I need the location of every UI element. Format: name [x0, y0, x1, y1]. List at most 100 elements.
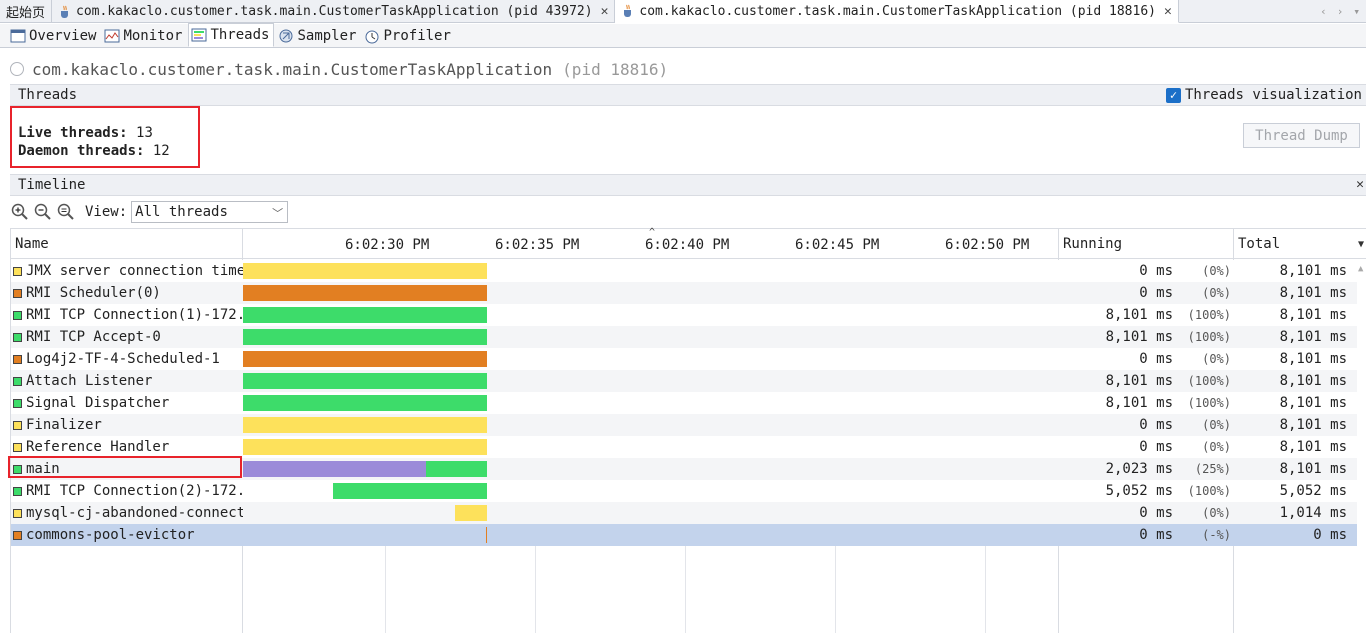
thread-name-cell: RMI TCP Connection(2)-172.20 — [13, 480, 243, 502]
running-time: 0 ms — [1139, 439, 1173, 455]
tab-label: Overview — [29, 28, 97, 44]
table-row[interactable]: RMI TCP Connection(2)-172.20 5,052 ms (100… — [11, 480, 1357, 502]
running-percent: (0%) — [1202, 440, 1231, 454]
table-row[interactable]: Log4j2-TF-4-Scheduled-1 0 ms (0%) 8,101 ms — [11, 348, 1357, 370]
thread-dump-button[interactable]: Thread Dump — [1243, 123, 1360, 148]
doc-tab-label: com.kakaclo.customer.task.main.CustomerT… — [76, 4, 593, 19]
tab-sampler[interactable]: Sampler — [276, 25, 360, 47]
tab-scroll-arrows: ‹ › ▾ — [1320, 0, 1360, 23]
close-icon[interactable]: ✕ — [601, 4, 609, 19]
timeline-section-header: Timeline ✕ — [10, 174, 1366, 196]
threads-section-title: Threads — [18, 87, 78, 103]
tab-overview[interactable]: Overview — [8, 25, 100, 47]
thread-state-icon — [13, 464, 22, 474]
thread-name: commons-pool-evictor — [26, 527, 195, 543]
column-header-running[interactable]: Running — [1063, 229, 1122, 259]
thread-name-cell: Reference Handler — [13, 436, 243, 458]
thread-state-icon — [13, 310, 22, 320]
zoom-out-icon[interactable] — [33, 202, 53, 222]
close-icon[interactable]: ✕ — [1164, 4, 1172, 19]
thread-state-icon — [13, 376, 22, 386]
zoom-fit-icon[interactable] — [56, 202, 76, 222]
total-time: 5,052 ms — [1279, 483, 1347, 499]
thread-name: RMI Scheduler(0) — [26, 285, 161, 301]
table-header: Name ^ 6:02:30 PM 6:02:35 PM 6:02:40 PM … — [11, 227, 1366, 259]
threads-icon — [191, 28, 207, 42]
running-time: 8,101 ms — [1105, 395, 1173, 411]
tab-monitor[interactable]: Monitor — [102, 25, 186, 47]
table-row[interactable]: mysql-cj-abandoned-connection-cleanup 0 m… — [11, 502, 1357, 524]
thread-name: Signal Dispatcher — [26, 395, 170, 411]
chevron-down-icon: ﹀ — [272, 207, 284, 220]
thread-name-cell: Attach Listener — [13, 370, 243, 392]
thread-state-icon — [13, 442, 22, 452]
thread-stats: Live threads: 13 Daemon threads: 12 — [10, 106, 200, 168]
tab-profiler[interactable]: Profiler — [362, 25, 454, 47]
running-time: 0 ms — [1139, 505, 1173, 521]
total-time: 8,101 ms — [1279, 307, 1347, 323]
table-row[interactable]: RMI TCP Connection(1)-172.20 8,101 ms (100… — [11, 304, 1357, 326]
table-row[interactable]: RMI TCP Accept-0 8,101 ms (100%) 8,101 ms — [11, 326, 1357, 348]
total-time: 8,101 ms — [1279, 351, 1347, 367]
monitor-icon — [104, 29, 120, 43]
thread-name-cell: JMX server connection timeout — [13, 260, 243, 282]
java-cup-icon — [61, 5, 69, 18]
thread-name-cell: Finalizer — [13, 414, 243, 436]
threads-section-header: Threads ✓ Threads visualization — [10, 84, 1366, 106]
application-pid: (pid 18816) — [562, 59, 669, 79]
total-time: 8,101 ms — [1279, 263, 1347, 279]
table-row[interactable]: Reference Handler 0 ms (0%) 8,101 ms — [11, 436, 1357, 458]
threads-visualization-checkbox[interactable]: ✓ Threads visualization — [1165, 87, 1362, 103]
thread-name: mysql-cj-abandoned-connection-cleanup — [26, 505, 243, 521]
live-threads-label: Live threads: — [18, 125, 128, 141]
table-row[interactable]: Signal Dispatcher 8,101 ms (100%) 8,101 ms — [11, 392, 1357, 414]
view-filter-select[interactable]: All threads ﹀ — [131, 201, 289, 223]
column-header-name[interactable]: Name — [15, 229, 49, 259]
column-menu-icon[interactable]: ▼ — [1358, 229, 1364, 259]
tab-threads[interactable]: Threads — [188, 23, 275, 47]
threads-table: Name ^ 6:02:30 PM 6:02:35 PM 6:02:40 PM … — [10, 227, 1366, 633]
timeline-title: Timeline — [18, 177, 86, 193]
running-time: 5,052 ms — [1105, 483, 1173, 499]
tab-list-icon[interactable]: ▾ — [1353, 5, 1360, 18]
total-time: 8,101 ms — [1279, 439, 1347, 455]
table-row[interactable]: main 2,023 ms (25%) 8,101 ms — [11, 458, 1357, 480]
running-time: 0 ms — [1139, 417, 1173, 433]
tab-label: Monitor — [123, 28, 183, 44]
daemon-threads-label: Daemon threads: — [18, 143, 145, 159]
thread-name: Log4j2-TF-4-Scheduled-1 — [26, 351, 220, 367]
scroll-left-icon[interactable]: ‹ — [1320, 5, 1327, 18]
time-tick: 6:02:50 PM — [945, 237, 1030, 253]
scroll-right-icon[interactable]: › — [1337, 5, 1344, 18]
tab-label: Sampler — [297, 28, 357, 44]
overview-icon — [10, 29, 26, 43]
scroll-up-icon[interactable]: ▲ — [1358, 264, 1363, 274]
table-row[interactable]: commons-pool-evictor 0 ms (-%) 0 ms — [11, 524, 1357, 546]
table-row[interactable]: JMX server connection timeout 0 ms (0%) 8,1… — [11, 260, 1357, 282]
running-percent: (100%) — [1187, 396, 1231, 410]
thread-state-icon — [13, 420, 22, 430]
table-row[interactable]: Finalizer 0 ms (0%) 8,101 ms — [11, 414, 1357, 436]
status-circle-icon — [10, 62, 24, 76]
total-time: 8,101 ms — [1279, 329, 1347, 345]
thread-state-bar — [426, 461, 487, 477]
zoom-in-icon[interactable] — [10, 202, 30, 222]
table-row[interactable]: Attach Listener 8,101 ms (100%) 8,101 ms — [11, 370, 1357, 392]
doc-tab-app-43972[interactable]: com.kakaclo.customer.task.main.CustomerT… — [52, 0, 616, 23]
view-tab-bar: Overview Monitor Threads Sampler Profile… — [0, 23, 1366, 48]
doc-tab-start-page[interactable]: 起始页 — [0, 0, 53, 23]
running-time: 8,101 ms — [1105, 373, 1173, 389]
table-row[interactable]: RMI Scheduler(0) 0 ms (0%) 8,101 ms — [11, 282, 1357, 304]
sampler-icon — [279, 29, 293, 43]
doc-tab-app-18816[interactable]: com.kakaclo.customer.task.main.CustomerT… — [615, 0, 1179, 23]
close-icon[interactable]: ✕ — [1356, 177, 1364, 192]
column-header-total[interactable]: Total — [1238, 229, 1280, 259]
total-time: 8,101 ms — [1279, 285, 1347, 301]
total-time: 8,101 ms — [1279, 373, 1347, 389]
thread-name: Finalizer — [26, 417, 102, 433]
running-time: 2,023 ms — [1105, 461, 1173, 477]
running-percent: (0%) — [1202, 286, 1231, 300]
thread-name-cell: main — [13, 458, 243, 480]
checkbox-checked-icon[interactable]: ✓ — [1165, 87, 1181, 103]
threads-visualization-label: Threads visualization — [1184, 87, 1362, 103]
